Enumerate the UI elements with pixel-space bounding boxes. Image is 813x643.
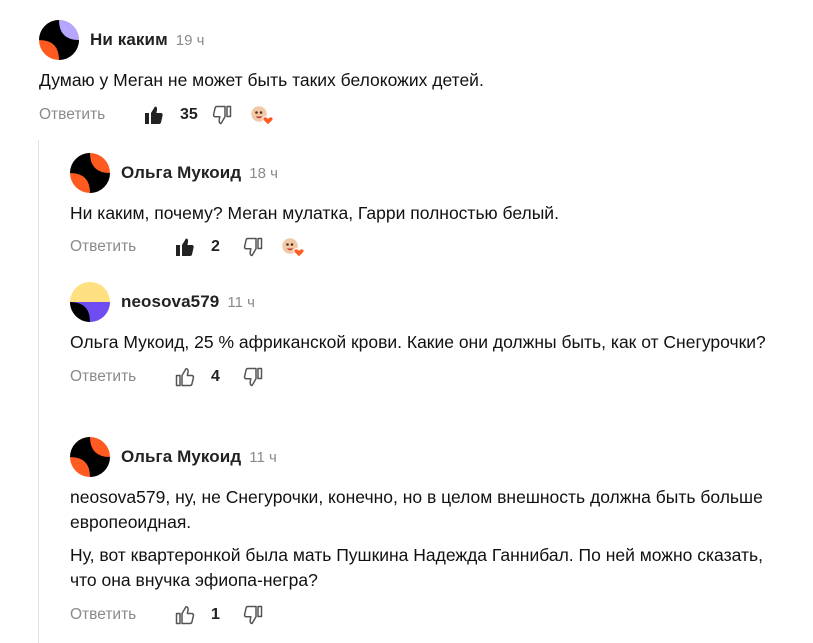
avatar[interactable] [70, 437, 110, 477]
comment-header: Ольга Мукоид 11 ч [70, 437, 790, 477]
reply-button[interactable]: Ответить [39, 106, 142, 124]
thumbs-down-icon[interactable] [210, 103, 234, 127]
comment-actions: Ответить 35 [39, 103, 779, 127]
comment-header: Ольга Мукоид 18 ч [70, 153, 790, 193]
timestamp: 11 ч [249, 448, 277, 466]
timestamp: 18 ч [249, 164, 278, 182]
thumbs-down-icon[interactable] [241, 235, 265, 259]
comment-body: neosova579, ну, не Снегурочки, конечно, … [70, 485, 790, 593]
avatar[interactable] [70, 153, 110, 193]
author-name[interactable]: Ни каким [90, 30, 168, 50]
avatar[interactable] [39, 20, 79, 60]
reply-button[interactable]: Ответить [70, 238, 173, 256]
thumbs-up-filled-icon[interactable] [142, 103, 166, 127]
thumbs-down-icon[interactable] [241, 365, 265, 389]
reply-button[interactable]: Ответить [70, 606, 173, 624]
comment-header: neosova579 11 ч [70, 282, 790, 322]
thumbs-up-filled-icon[interactable] [173, 235, 197, 259]
comment-text: Ну, вот квартеронкой была мать Пушкина Н… [70, 545, 763, 590]
comment-text: Думаю у Меган не может быть таких белоко… [39, 70, 484, 90]
comment-header: Ни каким 19 ч [39, 20, 779, 60]
comment-body: Ольга Мукоид, 25 % африканской крови. Ка… [70, 330, 790, 355]
comment: Ольга Мукоид 11 ч neosova579, ну, не Сне… [70, 437, 790, 627]
reactions-icon[interactable] [280, 236, 307, 258]
comment-actions: Ответить 1 [70, 603, 790, 627]
comment: neosova579 11 ч Ольга Мукоид, 25 % африк… [70, 282, 790, 389]
comment-text: Ольга Мукоид, 25 % африканской крови. Ка… [70, 332, 766, 352]
comment-text: neosova579, ну, не Снегурочки, конечно, … [70, 487, 763, 532]
thumbs-down-icon[interactable] [241, 603, 265, 627]
reply-button[interactable]: Ответить [70, 368, 173, 386]
comment: Ни каким 19 ч Думаю у Меган не может быт… [39, 20, 779, 127]
author-name[interactable]: Ольга Мукоид [121, 163, 241, 183]
like-count: 2 [211, 238, 220, 255]
like-count: 1 [211, 606, 220, 623]
avatar[interactable] [70, 282, 110, 322]
author-name[interactable]: neosova579 [121, 292, 219, 312]
comment-text: Ни каким, почему? Меган мулатка, Гарри п… [70, 203, 559, 223]
timestamp: 11 ч [227, 293, 255, 311]
thread-line [38, 140, 39, 643]
comment-actions: Ответить 4 [70, 365, 790, 389]
author-name[interactable]: Ольга Мукоид [121, 447, 241, 467]
comment-body: Думаю у Меган не может быть таких белоко… [39, 68, 779, 93]
comment: Ольга Мукоид 18 ч Ни каким, почему? Мега… [70, 153, 790, 259]
timestamp: 19 ч [175, 31, 205, 49]
like-count: 35 [180, 106, 198, 123]
reactions-icon[interactable] [249, 104, 276, 126]
like-count: 4 [211, 368, 220, 385]
thumbs-up-outline-icon[interactable] [173, 603, 197, 627]
thumbs-up-outline-icon[interactable] [173, 365, 197, 389]
comment-body: Ни каким, почему? Меган мулатка, Гарри п… [70, 201, 790, 226]
comment-actions: Ответить 2 [70, 235, 790, 259]
